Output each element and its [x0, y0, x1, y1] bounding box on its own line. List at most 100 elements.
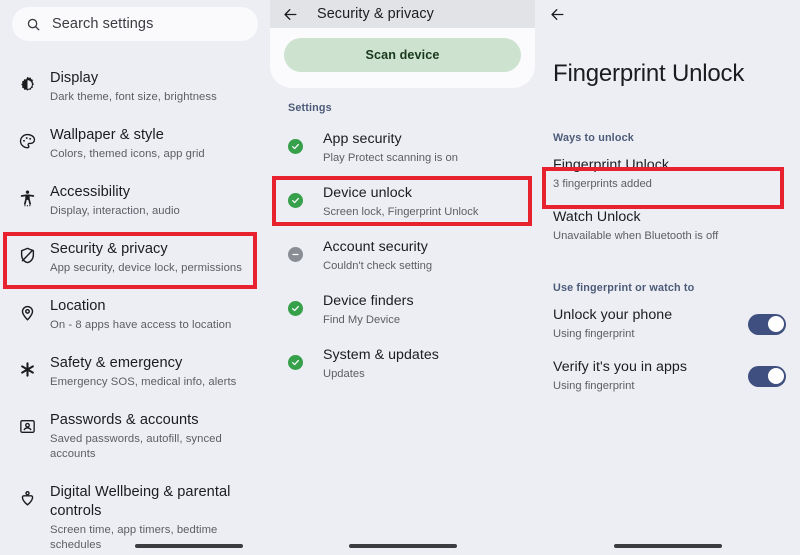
security-item-subtitle: Updates — [323, 368, 365, 380]
sidebar-item-title: Passwords & accounts — [50, 412, 199, 428]
sidebar-item-security-privacy[interactable]: Security & privacy App security, device … — [0, 228, 270, 285]
sidebar-item-title: Display — [50, 70, 99, 86]
security-item-system-updates[interactable]: System & updates Updates — [270, 336, 535, 390]
ways-to-unlock-label: Ways to unlock — [553, 132, 634, 144]
check-circle-icon — [288, 355, 303, 370]
security-privacy-panel: Security & privacy Scan device Settings … — [270, 0, 535, 555]
scan-device-button[interactable]: Scan device — [284, 38, 521, 72]
sidebar-item-title: Accessibility — [50, 184, 131, 200]
sidebar-item-display[interactable]: Display Dark theme, font size, brightnes… — [0, 57, 270, 114]
security-item-subtitle: Couldn't check setting — [323, 260, 433, 272]
security-item-subtitle: Find My Device — [323, 314, 401, 326]
sidebar-item-title: Digital Wellbeing & parental controls — [50, 484, 231, 519]
sidebar-item-title: Location — [50, 298, 106, 314]
ways-item-text: Watch Unlock Unavailable when Bluetooth … — [553, 208, 786, 244]
sidebar-item-subtitle: On - 8 apps have access to location — [50, 319, 232, 331]
sidebar-item-safety-emergency[interactable]: Safety & emergency Emergency SOS, medica… — [0, 342, 270, 399]
page-title: Fingerprint Unlock — [553, 60, 745, 87]
toggle-row-verify-in-apps[interactable]: Verify it's you in apps Using fingerprin… — [535, 350, 800, 402]
sidebar-item-location[interactable]: Location On - 8 apps have access to loca… — [0, 285, 270, 342]
ways-item-subtitle: Unavailable when Bluetooth is off — [553, 230, 719, 242]
sidebar-item-accessibility[interactable]: Accessibility Display, interaction, audi… — [0, 171, 270, 228]
sidebar-item-text: Passwords & accounts Saved passwords, au… — [50, 408, 258, 462]
security-item-title: System & updates — [323, 347, 439, 363]
toggle-row-text: Unlock your phone Using fingerprint — [553, 306, 748, 342]
settings-panel: Search settings Display Dark theme, font… — [0, 0, 270, 555]
security-item-text: Device unlock Screen lock, Fingerprint U… — [323, 182, 478, 220]
minus-circle-icon — [288, 247, 303, 262]
toggle-row-title: Verify it's you in apps — [553, 359, 687, 375]
accessibility-icon — [14, 189, 40, 208]
security-item-title: Account security — [323, 239, 428, 255]
location-pin-icon — [14, 303, 40, 322]
sidebar-item-passwords-accounts[interactable]: Passwords & accounts Saved passwords, au… — [0, 399, 270, 471]
sidebar-item-text: Display Dark theme, font size, brightnes… — [50, 66, 217, 105]
display-brightness-icon — [14, 75, 40, 94]
sidebar-item-subtitle: Saved passwords, autofill, synced accoun… — [50, 433, 222, 460]
security-privacy-header: Security & privacy — [270, 0, 535, 28]
search-input[interactable]: Search settings — [12, 7, 258, 41]
security-item-device-unlock[interactable]: Device unlock Screen lock, Fingerprint U… — [270, 174, 535, 228]
security-item-text: Account security Couldn't check setting — [323, 236, 432, 274]
toggle-knob — [767, 316, 784, 332]
sidebar-item-wallpaper-style[interactable]: Wallpaper & style Colors, themed icons, … — [0, 114, 270, 171]
sidebar-item-subtitle: App security, device lock, permissions — [50, 262, 242, 274]
ways-item-fingerprint-unlock[interactable]: Fingerprint Unlock 3 fingerprints added — [535, 148, 800, 200]
sidebar-item-subtitle: Emergency SOS, medical info, alerts — [50, 376, 237, 388]
check-circle-icon — [288, 139, 303, 154]
security-item-subtitle: Screen lock, Fingerprint Unlock — [323, 206, 479, 218]
ways-item-text: Fingerprint Unlock 3 fingerprints added — [553, 156, 786, 192]
toggle-row-title: Unlock your phone — [553, 307, 673, 323]
toggle-unlock-your-phone[interactable] — [748, 313, 786, 335]
scan-device-card: Scan device — [270, 28, 535, 88]
sidebar-item-text: Digital Wellbeing & parental controls Sc… — [50, 480, 258, 553]
security-settings-list: App security Play Protect scanning is on… — [270, 120, 535, 390]
sidebar-item-text: Location On - 8 apps have access to loca… — [50, 294, 231, 333]
shield-icon — [14, 246, 40, 265]
gesture-nav-bar-left[interactable] — [135, 544, 243, 548]
search-placeholder-text: Search settings — [52, 16, 154, 32]
security-item-title: App security — [323, 131, 402, 147]
security-item-title: Device finders — [323, 293, 414, 309]
check-circle-icon — [288, 301, 303, 316]
sidebar-item-subtitle: Colors, themed icons, app grid — [50, 148, 205, 160]
back-arrow-icon[interactable] — [282, 6, 299, 23]
sidebar-item-digital-wellbeing[interactable]: Digital Wellbeing & parental controls Sc… — [0, 471, 270, 555]
fingerprint-header — [535, 0, 800, 28]
asterisk-icon — [14, 360, 40, 379]
settings-list: Display Dark theme, font size, brightnes… — [0, 57, 270, 555]
security-item-title: Device unlock — [323, 185, 412, 201]
back-arrow-icon[interactable] — [549, 6, 566, 23]
sidebar-item-text: Wallpaper & style Colors, themed icons, … — [50, 123, 205, 162]
toggle-knob — [767, 368, 784, 384]
toggle-row-text: Verify it's you in apps Using fingerprin… — [553, 358, 748, 394]
ways-item-subtitle: 3 fingerprints added — [553, 178, 652, 190]
sidebar-item-title: Safety & emergency — [50, 355, 183, 371]
gesture-nav-bar-middle[interactable] — [348, 544, 457, 548]
ways-item-watch-unlock[interactable]: Watch Unlock Unavailable when Bluetooth … — [535, 200, 800, 252]
three-panel-screenshot: Search settings Display Dark theme, font… — [0, 0, 800, 555]
security-item-app-security[interactable]: App security Play Protect scanning is on — [270, 120, 535, 174]
use-fingerprint-label: Use fingerprint or watch to — [553, 282, 695, 294]
security-privacy-title: Security & privacy — [317, 6, 434, 22]
ways-item-title: Watch Unlock — [553, 209, 641, 225]
search-icon — [26, 17, 41, 32]
sidebar-item-title: Wallpaper & style — [50, 127, 164, 143]
security-item-text: Device finders Find My Device — [323, 290, 414, 328]
security-item-text: App security Play Protect scanning is on — [323, 128, 458, 166]
toggle-row-subtitle: Using fingerprint — [553, 380, 635, 392]
sidebar-item-text: Security & privacy App security, device … — [50, 237, 242, 276]
sidebar-item-subtitle: Dark theme, font size, brightness — [50, 91, 217, 103]
settings-section-label: Settings — [288, 102, 332, 114]
sidebar-item-subtitle: Screen time, app timers, bedtime schedul… — [50, 524, 218, 551]
security-item-subtitle: Play Protect scanning is on — [323, 152, 458, 164]
sidebar-item-text: Safety & emergency Emergency SOS, medica… — [50, 351, 236, 390]
palette-icon — [14, 132, 40, 151]
toggle-row-unlock-your-phone[interactable]: Unlock your phone Using fingerprint — [535, 298, 800, 350]
toggle-verify-in-apps[interactable] — [748, 365, 786, 387]
gesture-nav-bar-right[interactable] — [613, 544, 722, 548]
security-item-device-finders[interactable]: Device finders Find My Device — [270, 282, 535, 336]
security-item-account-security[interactable]: Account security Couldn't check setting — [270, 228, 535, 282]
fingerprint-unlock-panel: Fingerprint Unlock Ways to unlock Finger… — [535, 0, 800, 555]
sidebar-item-subtitle: Display, interaction, audio — [50, 205, 180, 217]
